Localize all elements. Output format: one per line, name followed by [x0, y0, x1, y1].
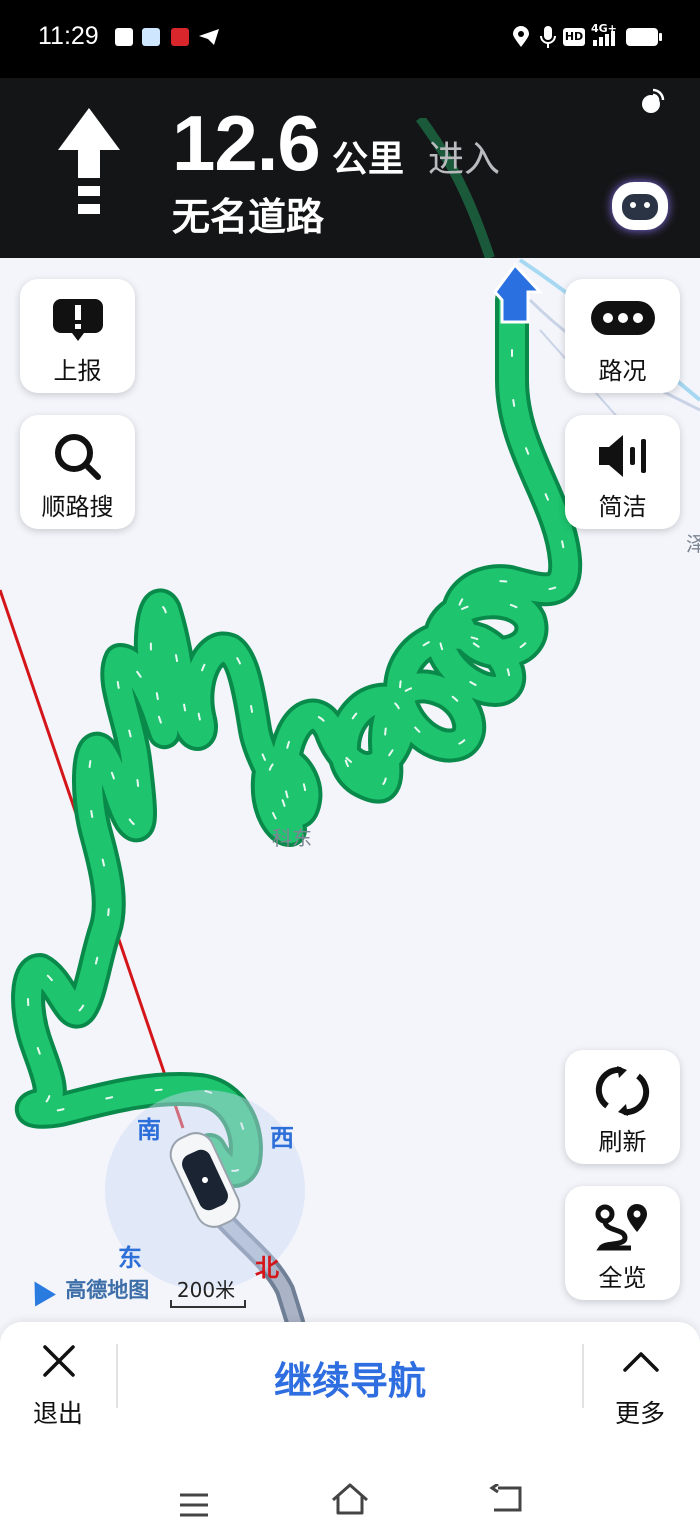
bottom-bar: 退出 继续导航 更多 [0, 1322, 700, 1540]
scale-bar [170, 1300, 246, 1308]
speaker-icon [599, 435, 646, 477]
traffic-label: 路况 [598, 357, 647, 385]
overview-route-icon [595, 1204, 647, 1251]
more-dots-icon [591, 301, 655, 335]
hd-icon: HD [563, 28, 585, 46]
more-button[interactable]: 更多 [602, 1340, 678, 1428]
telegram-icon [199, 29, 219, 45]
navigation-header: 12.6 公里 进入 无名道路 [0, 78, 700, 258]
amap-logo: 高德地图 [24, 1274, 150, 1307]
refresh-button[interactable]: 刷新 [565, 1050, 680, 1164]
compass-west-label: 西 [270, 1124, 294, 1152]
chevron-up-icon [623, 1352, 659, 1372]
checklist-icon [115, 28, 133, 46]
status-time: 11:29 [38, 22, 99, 50]
status-bar: 11:29 HD 4G+ [0, 0, 700, 78]
along-route-search-label: 顺路搜 [41, 493, 114, 521]
edge-place-label: 泽 [686, 532, 700, 556]
remaining-distance: 12.6 [172, 99, 321, 187]
overview-button[interactable]: 全览 [565, 1186, 680, 1300]
distance-unit: 公里 [332, 139, 405, 180]
gps-signal-icon[interactable] [636, 86, 666, 116]
scale-label: 200米 [176, 1278, 236, 1302]
refresh-label: 刷新 [598, 1128, 647, 1156]
exit-button[interactable]: 退出 [20, 1340, 96, 1428]
close-icon [43, 1345, 75, 1377]
signal-icon: 4G+ [591, 22, 621, 48]
divider [582, 1344, 584, 1408]
straight-arrow-icon [58, 108, 120, 214]
location-icon [513, 26, 529, 47]
road-name: 无名道路 [172, 195, 325, 239]
app-icon-red [171, 28, 189, 46]
map-scale: 200米 [168, 1274, 246, 1308]
overview-label: 全览 [598, 1264, 647, 1292]
exit-label: 退出 [32, 1399, 83, 1428]
compass-north-label: 北 [255, 1254, 279, 1282]
mic-icon [540, 26, 556, 48]
app-icon [142, 28, 160, 46]
place-label: 科东 [272, 826, 312, 850]
voice-assistant-icon[interactable] [612, 182, 668, 230]
menu-icon[interactable] [178, 1492, 210, 1518]
compass-south-label: 南 [137, 1116, 161, 1144]
compass-east-label: 东 [118, 1244, 142, 1272]
home-icon[interactable] [330, 1482, 370, 1516]
logo-icon [24, 1275, 56, 1307]
report-icon [53, 299, 103, 341]
more-label: 更多 [614, 1399, 665, 1428]
traffic-button[interactable]: 路况 [565, 279, 680, 393]
concise-label: 简洁 [598, 493, 647, 521]
turn-action: 进入 [428, 139, 501, 180]
report-label: 上报 [53, 357, 102, 385]
back-icon[interactable] [488, 1484, 524, 1514]
logo-text: 高德地图 [65, 1278, 150, 1302]
report-button[interactable]: 上报 [20, 279, 135, 393]
continue-navigation-button[interactable]: 继续导航 [118, 1350, 582, 1405]
battery-icon [626, 28, 658, 46]
along-route-search-button[interactable]: 顺路搜 [20, 415, 135, 529]
concise-mode-button[interactable]: 简洁 [565, 415, 680, 529]
search-icon [55, 434, 101, 480]
refresh-icon [595, 1066, 650, 1116]
